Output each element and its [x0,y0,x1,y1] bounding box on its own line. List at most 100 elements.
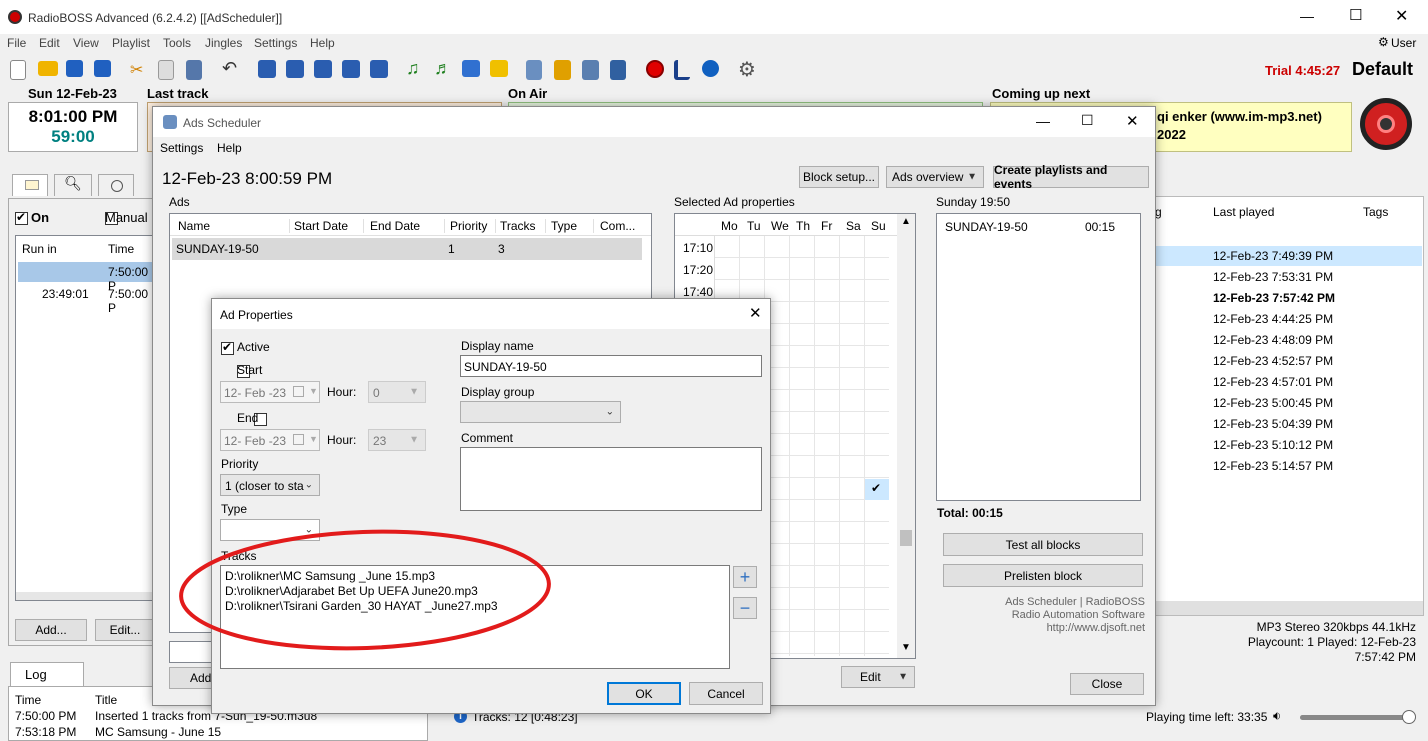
scroll-thumb[interactable] [900,530,912,546]
table-row[interactable]: SUNDAY-19-50 1 3 [172,238,642,260]
scroll-up-icon[interactable]: ▲ [901,216,911,227]
col-name[interactable]: Name [178,219,210,233]
credit-link[interactable]: http://www.djsoft.net [933,622,1145,635]
last-played-cell[interactable]: 12-Feb-23 4:48:09 PM [1213,333,1333,347]
type-select[interactable]: ⌄ [220,519,320,541]
day-sa[interactable]: Sa [846,219,861,233]
block-setup-button[interactable]: Block setup... [799,166,879,188]
priority-select[interactable]: 1 (closer to sta ⌄ [220,474,320,496]
day-we[interactable]: We [771,219,789,233]
block-item-name[interactable]: SUNDAY-19-50 [945,220,1028,234]
ads-close-dialog-button[interactable]: Close [1070,673,1144,695]
col-end-date[interactable]: End Date [363,219,420,233]
ads-maximize-button[interactable]: ☐ [1081,112,1094,129]
ads-minimize-button[interactable]: — [1036,113,1050,129]
new-file-icon[interactable] [10,60,26,80]
volume-thumb[interactable] [1402,710,1416,724]
last-played-cell[interactable]: 12-Feb-23 7:57:42 PM [1213,291,1335,305]
create-playlists-button[interactable]: Create playlists and events [993,163,1149,191]
last-played-cell[interactable]: 12-Feb-23 7:53:31 PM [1213,270,1333,284]
menu-tools[interactable]: Tools [163,36,191,50]
add-track-button[interactable]: + [733,566,757,588]
layout2-icon[interactable] [286,60,304,78]
test-all-blocks-button[interactable]: Test all blocks [943,533,1143,556]
stream-icon[interactable] [702,60,719,77]
close-button[interactable]: ✕ [1395,6,1408,26]
scroll-down-icon[interactable]: ▼ [901,642,911,653]
day-mo[interactable]: Mo [721,219,738,233]
paste-icon[interactable] [186,60,202,80]
maximize-button[interactable]: ☐ [1349,6,1362,24]
last-played-cell[interactable]: 12-Feb-23 5:00:45 PM [1213,396,1333,410]
report-icon[interactable] [610,60,626,80]
day-su[interactable]: Su [871,219,886,233]
scheduler-icon[interactable] [526,60,542,80]
playlist-scrollbar[interactable] [1151,601,1423,615]
add-special-icon[interactable] [462,60,480,77]
track-item[interactable]: D:\rolikner\Tsirani Garden_30 HAYAT _Jun… [225,599,498,613]
minimize-button[interactable]: — [1300,8,1314,24]
ads-menu-settings[interactable]: Settings [160,141,203,155]
copy-icon[interactable] [158,60,174,80]
col-start-date[interactable]: Start Date [289,219,348,233]
last-played-cell[interactable]: 12-Feb-23 5:04:39 PM [1213,417,1333,431]
prelisten-block-button[interactable]: Prelisten block [943,564,1143,587]
grid-scrollbar[interactable]: ▲ ▼ [897,214,915,658]
active-checkbox[interactable] [221,340,234,356]
menu-file[interactable]: File [7,36,26,50]
left-edit-button[interactable]: Edit... [95,619,155,641]
stats-icon[interactable] [674,60,690,80]
tab-folder-icon[interactable] [12,174,48,196]
ad-properties-close-button[interactable]: ✕ [749,304,762,322]
last-played-cell[interactable]: 12-Feb-23 4:57:01 PM [1213,375,1333,389]
start-date-picker[interactable]: 12- Feb -23 ▼ [220,381,320,403]
ads-close-button[interactable]: ✕ [1126,112,1139,130]
tracks-list[interactable]: D:\rolikner\MC Samsung _June 15.mp3 D:\r… [220,565,730,669]
menu-view[interactable]: View [73,36,99,50]
log-tab[interactable]: Log [10,662,84,686]
open-folder-icon[interactable] [38,61,58,76]
last-played-cell[interactable]: 12-Feb-23 5:14:57 PM [1213,459,1333,473]
display-group-select[interactable]: ⌄ [460,401,621,423]
cancel-button[interactable]: Cancel [689,682,763,705]
grid-edit-dropdown[interactable]: Edit ▼ [841,666,915,688]
end-hour-select[interactable]: 23 ▼ [368,429,426,451]
generator-icon[interactable] [554,60,571,80]
layout5-icon[interactable] [370,60,388,78]
remove-track-button[interactable]: − [733,597,757,619]
last-played-cell[interactable]: 12-Feb-23 4:52:57 PM [1213,354,1333,368]
col-tracks[interactable]: Tracks [495,219,536,233]
table-row[interactable]: 23:49:01 7:50:00 P [18,284,157,315]
ads-scheduler-icon[interactable] [582,60,599,80]
layout3-icon[interactable] [314,60,332,78]
menu-playlist[interactable]: Playlist [112,36,150,50]
last-played-cell[interactable]: 12-Feb-23 7:49:39 PM [1213,249,1333,263]
layout4-icon[interactable] [342,60,360,78]
ads-overview-dropdown[interactable]: Ads overview ▼ [886,166,984,188]
col-type[interactable]: Type [545,219,577,233]
day-th[interactable]: Th [796,219,810,233]
save-as-icon[interactable] [94,60,111,77]
user-icon[interactable]: ⚙ [1378,35,1389,49]
cut-icon[interactable]: ✂ [130,60,150,80]
left-add-button[interactable]: Add... [15,619,87,641]
day-tu[interactable]: Tu [747,219,761,233]
menu-settings[interactable]: Settings [254,36,297,50]
menu-jingles[interactable]: Jingles [205,36,242,50]
table-row[interactable]: 7:50:00 P [18,262,157,293]
left-scrollbar[interactable] [16,592,155,600]
day-fr[interactable]: Fr [821,219,832,233]
track-item[interactable]: D:\rolikner\Adjarabet Bet Up UEFA June20… [225,584,478,598]
user-label[interactable]: User [1391,36,1416,50]
tab-search-icon[interactable]: 🔍︎ [54,174,92,196]
end-date-picker[interactable]: 12- Feb -23 ▼ [220,429,320,451]
record-icon[interactable] [646,60,664,78]
undo-icon[interactable]: ↶ [222,58,242,78]
menu-edit[interactable]: Edit [39,36,60,50]
layout1-icon[interactable] [258,60,276,78]
add-url-icon[interactable] [490,60,508,77]
ok-button[interactable]: OK [607,682,681,705]
col-comment[interactable]: Com... [593,219,635,233]
start-hour-select[interactable]: 0 ▼ [368,381,426,403]
save-icon[interactable] [66,60,83,77]
